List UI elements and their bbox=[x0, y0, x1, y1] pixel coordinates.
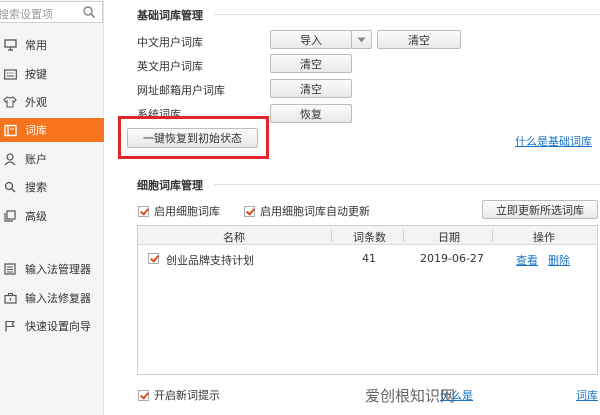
sidebar-item-lexicon[interactable]: 词库 bbox=[0, 118, 104, 142]
lexicon-settings-panel: 基础词库管理 中文用户词库 导入 清空 英文用户词库 清空 网址邮箱用户词库 清… bbox=[104, 0, 600, 415]
toolbox-icon bbox=[3, 291, 17, 305]
import-button[interactable]: 导入 bbox=[270, 30, 352, 49]
monitor-icon bbox=[3, 38, 17, 52]
lexicon-count: 41 bbox=[362, 252, 376, 265]
search-icon[interactable] bbox=[82, 5, 96, 19]
what-is-lexicon-link-suffix[interactable]: 词库 bbox=[576, 387, 598, 403]
sidebar-item-label: 搜索 bbox=[25, 181, 47, 194]
search-placeholder: 搜索设置项 bbox=[0, 8, 53, 21]
sidebar-item-advanced[interactable]: 高级 bbox=[0, 204, 104, 228]
sidebar-item-quick-setup[interactable]: 快速设置向导 bbox=[0, 314, 104, 338]
enable-cell-lexicon-checkbox[interactable]: 启用细胞词库 bbox=[138, 203, 220, 219]
update-selected-button[interactable]: 立即更新所选词库 bbox=[482, 200, 598, 219]
clear-url-email-button[interactable]: 清空 bbox=[270, 79, 352, 98]
clear-chinese-button[interactable]: 清空 bbox=[377, 30, 461, 49]
checkbox-label: 启用细胞词库自动更新 bbox=[260, 205, 370, 218]
reset-all-button[interactable]: 一键恢复到初始状态 bbox=[127, 128, 258, 148]
checkbox-label: 开启新词提示 bbox=[154, 389, 220, 402]
sidebar-item-account[interactable]: 账户 bbox=[0, 147, 104, 171]
checkbox-checked[interactable] bbox=[244, 205, 255, 217]
sidebar-item-label: 外观 bbox=[25, 96, 47, 109]
search-icon bbox=[3, 180, 17, 194]
table-header: 名称 词条数 日期 操作 bbox=[138, 226, 597, 245]
new-word-tip-checkbox[interactable]: 开启新词提示 bbox=[138, 387, 220, 403]
user-icon bbox=[3, 152, 17, 166]
column-separator bbox=[492, 229, 493, 242]
sidebar-item-label: 账户 bbox=[25, 153, 47, 166]
book-icon bbox=[3, 123, 17, 137]
checkbox-checked[interactable] bbox=[138, 205, 149, 217]
layers-icon bbox=[3, 209, 17, 223]
divider bbox=[214, 184, 600, 185]
column-separator bbox=[403, 229, 404, 242]
column-header: 操作 bbox=[533, 231, 555, 244]
sidebar-item-label: 输入法修复器 bbox=[25, 292, 91, 305]
lexicon-name: 创业品牌支持计划 bbox=[166, 254, 254, 267]
cell-lexicon-title: 细胞词库管理 bbox=[137, 179, 203, 192]
row-checkbox[interactable] bbox=[148, 253, 159, 264]
sidebar-item-common[interactable]: 常用 bbox=[0, 33, 104, 57]
flag-icon bbox=[3, 319, 17, 333]
sidebar-item-label: 快速设置向导 bbox=[25, 320, 91, 333]
table-row[interactable]: 创业品牌支持计划 41 2019-06-27 查看 删除 bbox=[138, 250, 597, 268]
row-label: 网址邮箱用户词库 bbox=[137, 84, 225, 97]
view-link[interactable]: 查看 bbox=[516, 252, 538, 268]
row-label: 英文用户词库 bbox=[137, 60, 203, 73]
column-separator bbox=[331, 229, 332, 242]
sidebar-item-ime-manager[interactable]: 输入法管理器 bbox=[0, 257, 104, 281]
sidebar-item-label: 常用 bbox=[25, 39, 47, 52]
keyboard-icon bbox=[3, 67, 17, 81]
cell-lexicon-table: 名称 词条数 日期 操作 创业品牌支持计划 41 2019-06-27 查看 删… bbox=[137, 225, 598, 375]
row-label: 中文用户词库 bbox=[137, 36, 203, 49]
chevron-down-icon bbox=[357, 37, 366, 42]
clear-english-button[interactable]: 清空 bbox=[270, 54, 352, 73]
sidebar: 搜索设置项 常用 按键 外观 词库 账户 搜索 高级 输入法管理器 输入法修复器 bbox=[0, 0, 104, 415]
checkbox-label: 启用细胞词库 bbox=[154, 205, 220, 218]
basic-lexicon-title: 基础词库管理 bbox=[137, 9, 203, 22]
list-icon bbox=[3, 262, 17, 276]
lexicon-date: 2019-06-27 bbox=[420, 252, 484, 265]
column-header: 名称 bbox=[223, 231, 245, 244]
sidebar-item-label: 按键 bbox=[25, 68, 47, 81]
site-watermark: 爱创根知识网 bbox=[365, 387, 456, 405]
divider bbox=[214, 14, 600, 15]
column-header: 日期 bbox=[438, 231, 460, 244]
sidebar-item-ime-repair[interactable]: 输入法修复器 bbox=[0, 286, 104, 310]
sidebar-item-keys[interactable]: 按键 bbox=[0, 62, 104, 86]
sidebar-item-search[interactable]: 搜索 bbox=[0, 175, 104, 199]
restore-system-button[interactable]: 恢复 bbox=[270, 104, 352, 123]
sidebar-item-appearance[interactable]: 外观 bbox=[0, 90, 104, 114]
auto-update-checkbox[interactable]: 启用细胞词库自动更新 bbox=[244, 203, 370, 219]
shirt-icon bbox=[3, 95, 17, 109]
import-dropdown-button[interactable] bbox=[351, 30, 372, 49]
column-header: 词条数 bbox=[353, 231, 386, 244]
sidebar-item-label: 输入法管理器 bbox=[25, 263, 91, 276]
settings-search-box[interactable]: 搜索设置项 bbox=[0, 1, 103, 23]
sidebar-item-label: 词库 bbox=[25, 124, 47, 137]
sidebar-item-label: 高级 bbox=[25, 210, 47, 223]
what-is-basic-lexicon-link[interactable]: 什么是基础词库 bbox=[515, 133, 592, 149]
checkbox-checked[interactable] bbox=[138, 389, 149, 401]
delete-link[interactable]: 删除 bbox=[548, 252, 570, 268]
